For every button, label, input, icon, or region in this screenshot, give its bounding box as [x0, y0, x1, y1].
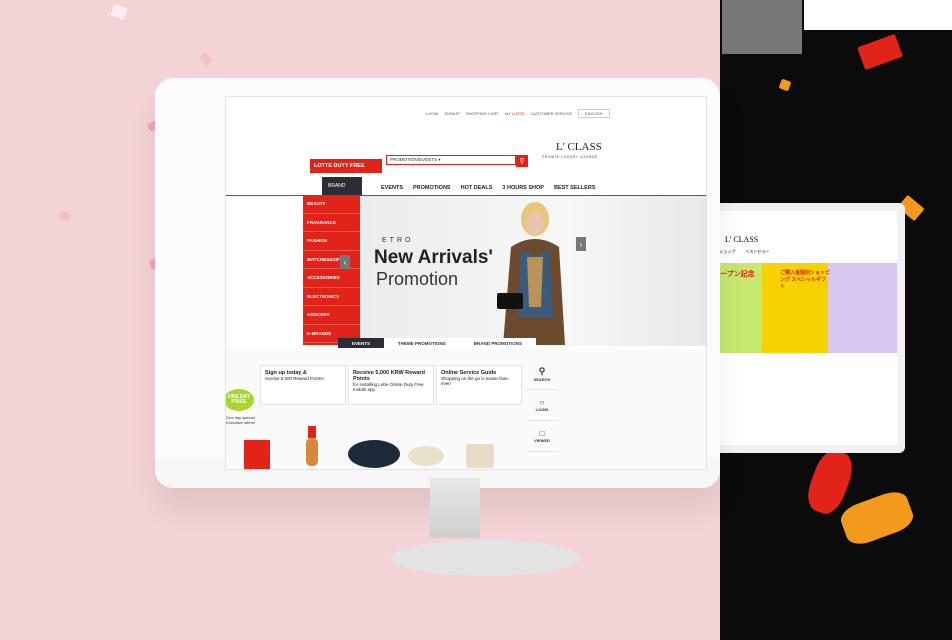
back-lclass: L' CLASS: [725, 235, 759, 244]
nav-promotions[interactable]: PROMOTIONS: [413, 185, 451, 191]
quick-menu: ⚲ SEARCH ○ LOGIN □ VIEWED: [526, 359, 558, 452]
product-watch: [306, 438, 318, 466]
monitor-neck: [430, 478, 480, 538]
tab-theme-promotions[interactable]: THEME PROMOTIONS: [384, 338, 460, 348]
language-select[interactable]: ENGLISH: [578, 109, 610, 118]
grey-block: [722, 0, 802, 54]
search-icon[interactable]: ⚲: [516, 155, 528, 167]
monitor-foot: [390, 540, 580, 576]
lock-icon: ○: [539, 398, 545, 407]
app-reward-card-text: for installing Lotte Online Duty Free mo…: [353, 382, 424, 392]
product-perfume: [308, 426, 316, 438]
quick-viewed[interactable]: □ VIEWED: [526, 421, 558, 452]
link-cart[interactable]: SHOPPING CART: [466, 111, 499, 116]
lclass-logo[interactable]: L' CLASS: [556, 141, 602, 153]
lclass-subtitle: PRIVATE LUXURY LOUNGE: [542, 155, 598, 159]
signup-card-text: receive 5,000 Reward Points!: [265, 376, 324, 381]
product-sunglasses: [408, 446, 444, 466]
category-watches[interactable]: WATCHES&GIFTS: [303, 251, 360, 269]
nav-3hours-shop[interactable]: 3 HOURS SHOP: [502, 185, 544, 191]
website-screen: LOGIN SIGNUP SHOPPING CART MY LOTTE CUST…: [225, 96, 707, 470]
white-corner: [804, 0, 952, 30]
product-row: [244, 426, 494, 469]
hero-model-image: [497, 202, 565, 345]
hero-tabs: EVENTS THEME PROMOTIONS BRAND PROMOTIONS: [338, 338, 537, 348]
tab-events[interactable]: EVENTS: [338, 338, 385, 348]
nav-hot-deals[interactable]: HOT DEALS: [461, 185, 493, 191]
search-input[interactable]: PROMOTION/EVENTS ▾: [386, 155, 516, 165]
nav-best-sellers[interactable]: BEST SELLERS: [554, 185, 596, 191]
category-sidebar: BEAUTY FRAGRANCE FASHION WATCHES&GIFTS A…: [303, 195, 360, 345]
product-bag: [466, 444, 494, 468]
back-banner-text2: ご購入金額別ショッピング スペシャルギフト: [780, 270, 831, 290]
link-mylotte[interactable]: MY LOTTE: [505, 111, 525, 116]
oneday-price-badge[interactable]: ONE DAY PRICE: [226, 389, 254, 411]
service-guide-card[interactable]: Online Service Guide Shopping on the go …: [436, 365, 522, 405]
search-icon: ⚲: [538, 366, 546, 376]
hero-prev-arrow[interactable]: ‹: [340, 255, 350, 269]
signup-card[interactable]: Sign up today & receive 5,000 Reward Poi…: [260, 365, 346, 405]
service-guide-card-text: Shopping on the go is easier than ever!: [441, 376, 509, 386]
link-signup[interactable]: SIGNUP: [444, 111, 459, 116]
hero-subtitle: Promotion: [376, 269, 459, 289]
eye-icon: □: [539, 429, 545, 438]
lotte-logo[interactable]: LOTTE DUTY FREE: [310, 159, 382, 173]
app-reward-card[interactable]: Receive 5,000 KRW Reward Points for inst…: [348, 365, 434, 405]
product-hat: [348, 440, 400, 468]
product-book: [244, 440, 270, 469]
hero-title: New Arrivals': [374, 247, 493, 268]
hero-next-arrow[interactable]: ›: [576, 237, 586, 251]
confetti: [110, 3, 128, 21]
quick-login-label: LOGIN: [535, 407, 549, 412]
category-fragrance[interactable]: FRAGRANCE: [303, 214, 360, 232]
quick-search[interactable]: ⚲ SEARCH: [526, 359, 558, 390]
link-customer-service[interactable]: CUSTOMER SERVICE: [531, 111, 572, 116]
top-links: LOGIN SIGNUP SHOPPING CART MY LOTTE CUST…: [426, 111, 572, 116]
quick-viewed-label: VIEWED: [534, 438, 550, 443]
link-login[interactable]: LOGIN: [426, 111, 438, 116]
confetti: [58, 210, 72, 222]
hero-brand: ETRO: [382, 237, 414, 244]
main-nav: EVENTS PROMOTIONS HOT DEALS 3 HOURS SHOP…: [381, 185, 596, 191]
category-beauty[interactable]: BEAUTY: [303, 195, 360, 214]
quick-login[interactable]: ○ LOGIN: [526, 390, 558, 421]
category-fashion[interactable]: FASHION: [303, 232, 360, 251]
back-menu-item[interactable]: ベストセラー: [745, 249, 769, 255]
tab-brand-promotions[interactable]: BRAND PROMOTIONS: [459, 338, 537, 348]
app-reward-card-title: Receive 5,000 KRW Reward Points: [353, 370, 426, 382]
category-electronics[interactable]: ELECTRONICS: [303, 288, 360, 306]
category-accessories[interactable]: ACCESSORIES: [303, 269, 360, 288]
main-monitor: LOGIN SIGNUP SHOPPING CART MY LOTTE CUST…: [155, 78, 720, 578]
confetti: [198, 52, 214, 66]
quick-search-label: SEARCH: [533, 377, 551, 382]
category-grocery[interactable]: GROCERY: [303, 306, 360, 325]
brand-tab[interactable]: BRAND: [322, 177, 362, 195]
nav-events[interactable]: EVENTS: [381, 185, 403, 191]
